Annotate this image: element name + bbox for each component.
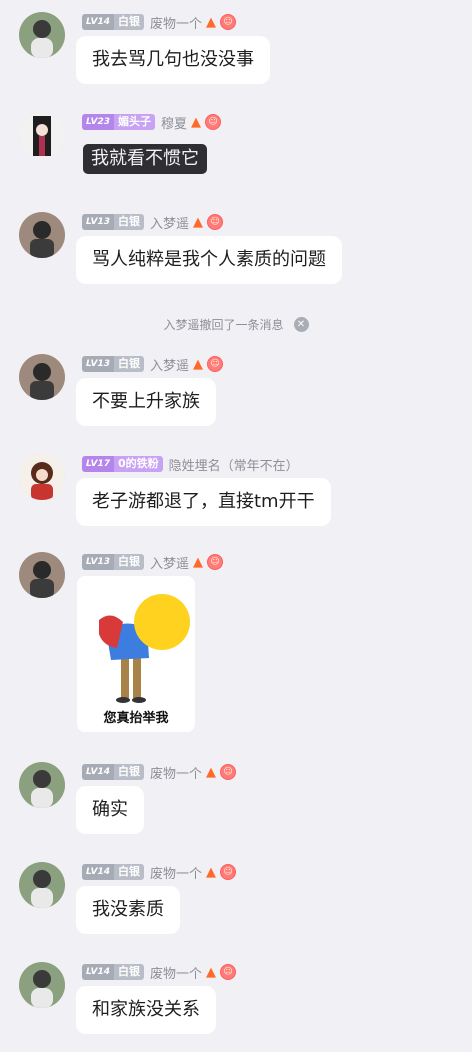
fire-icon: ▲ xyxy=(206,14,217,30)
sticker-image[interactable]: 您真抬举我 xyxy=(77,576,195,732)
smile-face-icon: ☺ xyxy=(205,114,222,130)
message-bubble[interactable]: 确实 xyxy=(76,786,144,834)
sender-meta: LV14 白银 废物一个 ▲ ☺ xyxy=(82,862,237,882)
sticker-caption: 您真抬举我 xyxy=(103,711,169,726)
avatar[interactable] xyxy=(19,212,65,258)
level-badge: LV14 白银 xyxy=(82,864,144,880)
smile-face-icon: ☺ xyxy=(207,554,224,570)
recall-notice-text: 入梦遥撤回了一条消息 xyxy=(163,317,284,332)
fire-icon: ▲ xyxy=(193,356,204,372)
fire-icon: ▲ xyxy=(193,214,204,230)
close-icon[interactable]: ✕ xyxy=(293,316,309,332)
sender-name[interactable]: 废物一个 xyxy=(150,13,202,32)
smile-face-icon: ☺ xyxy=(220,964,237,980)
message-bubble[interactable]: 老子游都退了，直接tm开干 xyxy=(76,478,331,526)
smile-face-icon: ☺ xyxy=(207,356,224,372)
avatar[interactable] xyxy=(19,454,65,500)
sender-meta: LV13 白银 入梦遥 ▲ ☺ xyxy=(82,212,224,232)
level-badge: LV17 0的铁粉 xyxy=(82,456,163,472)
level-badge: LV13 白银 xyxy=(82,356,144,372)
message-bubble[interactable]: 我去骂几句也没没事 xyxy=(76,36,270,84)
sender-name[interactable]: 废物一个 xyxy=(150,963,202,982)
smile-face-icon: ☺ xyxy=(220,14,237,30)
sender-name[interactable]: 穆夏 xyxy=(161,113,187,132)
message-bubble[interactable]: 不要上升家族 xyxy=(76,378,216,426)
avatar[interactable] xyxy=(19,862,65,908)
fire-icon: ▲ xyxy=(206,764,217,780)
level-badge: LV23 媚头子 xyxy=(82,114,155,130)
message-bubble[interactable]: 我没素质 xyxy=(76,886,180,934)
avatar[interactable] xyxy=(19,354,65,400)
sender-name[interactable]: 入梦遥 xyxy=(150,553,189,572)
sender-name[interactable]: 隐姓埋名（常年不在） xyxy=(169,455,299,474)
sender-meta: LV13 白银 入梦遥 ▲ ☺ xyxy=(82,552,224,572)
fire-icon: ▲ xyxy=(206,964,217,980)
sender-name[interactable]: 废物一个 xyxy=(150,863,202,882)
fire-icon: ▲ xyxy=(193,554,204,570)
avatar[interactable] xyxy=(19,12,65,58)
sender-name[interactable]: 入梦遥 xyxy=(150,355,189,374)
sender-meta: LV14 白银 废物一个 ▲ ☺ xyxy=(82,962,237,982)
sender-name[interactable]: 废物一个 xyxy=(150,763,202,782)
fire-icon: ▲ xyxy=(191,114,202,130)
level-badge: LV14 白银 xyxy=(82,14,144,30)
sender-meta: LV17 0的铁粉 隐姓埋名（常年不在） xyxy=(82,454,299,474)
sender-meta: LV14 白银 废物一个 ▲ ☺ xyxy=(82,12,237,32)
avatar[interactable] xyxy=(19,762,65,808)
smile-face-icon: ☺ xyxy=(207,214,224,230)
level-badge: LV13 白银 xyxy=(82,554,144,570)
message-bubble[interactable]: 我就看不惯它 xyxy=(83,144,207,174)
avatar[interactable] xyxy=(19,112,65,158)
smile-face-icon: ☺ xyxy=(220,864,237,880)
smile-face-icon: ☺ xyxy=(220,764,237,780)
recall-notice: 入梦遥撤回了一条消息 ✕ xyxy=(0,313,472,335)
message-bubble[interactable]: 骂人纯粹是我个人素质的问题 xyxy=(76,236,342,284)
level-badge: LV14 白银 xyxy=(82,764,144,780)
sender-meta: LV14 白银 废物一个 ▲ ☺ xyxy=(82,762,237,782)
sender-meta: LV23 媚头子 穆夏 ▲ ☺ xyxy=(82,112,222,132)
level-badge: LV14 白银 xyxy=(82,964,144,980)
sender-name[interactable]: 入梦遥 xyxy=(150,213,189,232)
sender-meta: LV13 白银 入梦遥 ▲ ☺ xyxy=(82,354,224,374)
avatar[interactable] xyxy=(19,552,65,598)
fire-icon: ▲ xyxy=(206,864,217,880)
avatar[interactable] xyxy=(19,962,65,1008)
level-badge: LV13 白银 xyxy=(82,214,144,230)
message-bubble[interactable]: 和家族没关系 xyxy=(76,986,216,1034)
